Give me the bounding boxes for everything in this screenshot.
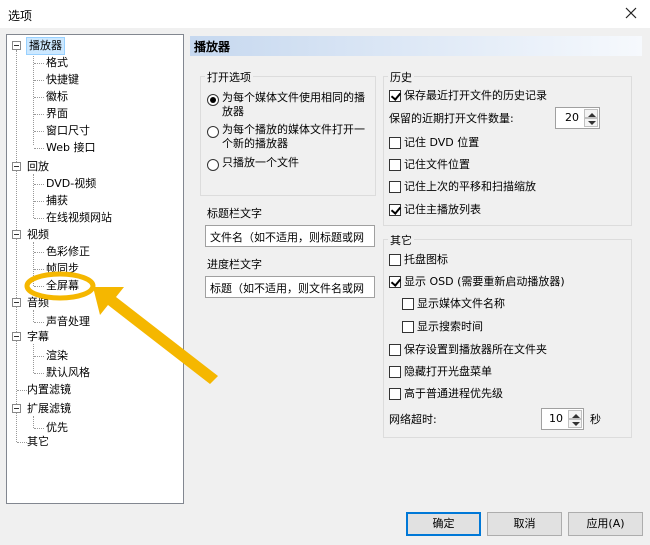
radio-new-player-label[interactable]: 为每个播放的媒体文件打开一个新的播放器 bbox=[222, 123, 374, 151]
page-header: 播放器 bbox=[190, 36, 642, 56]
tree-item-subtitles[interactable]: 字幕 bbox=[27, 329, 49, 345]
expand-subtitle-icon[interactable] bbox=[12, 332, 21, 341]
remember-file-checkbox[interactable] bbox=[389, 159, 401, 171]
titlebar-text-label: 标题栏文字 bbox=[207, 207, 262, 220]
expand-external-filters-icon[interactable] bbox=[12, 404, 21, 413]
timeout-spin-up-icon[interactable] bbox=[568, 410, 582, 419]
radio-single-file[interactable] bbox=[207, 159, 219, 171]
above-normal-checkbox[interactable] bbox=[389, 388, 401, 400]
window-title: 选项 bbox=[8, 9, 33, 23]
hide-cdrom-label[interactable]: 隐藏打开光盘菜单 bbox=[404, 365, 492, 379]
remember-dvd-label[interactable]: 记住 DVD 位置 bbox=[404, 136, 479, 150]
recent-count-value: 20 bbox=[565, 111, 579, 124]
network-timeout-label: 网络超时: bbox=[389, 413, 437, 426]
tree-item-video[interactable]: 视频 bbox=[27, 227, 49, 243]
radio-same-player[interactable] bbox=[207, 94, 219, 106]
other-title: 其它 bbox=[388, 232, 414, 248]
tree-item-misc[interactable]: 其它 bbox=[27, 434, 49, 450]
remember-pan-scan-checkbox[interactable] bbox=[389, 181, 401, 193]
timeout-spin-down-icon[interactable] bbox=[568, 419, 582, 428]
page-title: 播放器 bbox=[194, 40, 231, 54]
apply-button[interactable]: 应用(A) bbox=[568, 512, 643, 536]
tree-item-capture[interactable]: 捕获 bbox=[46, 193, 68, 209]
keep-history-checkbox[interactable] bbox=[389, 90, 401, 102]
tree-item-audio[interactable]: 音频 bbox=[27, 295, 49, 311]
other-group bbox=[383, 239, 632, 438]
expand-audio-icon[interactable] bbox=[12, 298, 21, 307]
tree-item-fullscreen[interactable]: 全屏幕 bbox=[46, 278, 79, 294]
tree-item-priority[interactable]: 优先 bbox=[46, 420, 68, 436]
seekbar-text-combo[interactable]: 标题（如不适用，则文件名或网 bbox=[205, 276, 375, 298]
tree-item-default-style[interactable]: 默认风格 bbox=[46, 365, 90, 381]
spin-down-icon[interactable] bbox=[584, 118, 598, 127]
show-filename-label[interactable]: 显示媒体文件名称 bbox=[417, 297, 505, 311]
tree-item-sync[interactable]: 帧同步 bbox=[46, 261, 79, 277]
tree-item-player[interactable]: 播放器 bbox=[26, 37, 65, 55]
tree-item-color-correction[interactable]: 色彩修正 bbox=[46, 244, 90, 260]
cancel-button[interactable]: 取消 bbox=[487, 512, 562, 536]
tray-icon-label[interactable]: 托盘图标 bbox=[404, 253, 448, 267]
seekbar-text-value: 标题（如不适用，则文件名或网 bbox=[210, 282, 364, 295]
keep-history-label[interactable]: 保存最近打开文件的历史记录 bbox=[404, 89, 547, 103]
radio-new-player[interactable] bbox=[207, 126, 219, 138]
above-normal-label[interactable]: 高于普通进程优先级 bbox=[404, 387, 503, 401]
tray-icon-checkbox[interactable] bbox=[389, 254, 401, 266]
expand-player-icon[interactable] bbox=[12, 41, 21, 50]
tree-item-window-size[interactable]: 窗口尺寸 bbox=[46, 123, 90, 139]
tree-item-sound-processing[interactable]: 声音处理 bbox=[46, 314, 90, 330]
tree-item-keys[interactable]: 快捷键 bbox=[46, 72, 79, 88]
save-to-folder-label[interactable]: 保存设置到播放器所在文件夹 bbox=[404, 343, 547, 357]
tree-item-interface[interactable]: 界面 bbox=[46, 106, 68, 122]
hide-cdrom-checkbox[interactable] bbox=[389, 366, 401, 378]
radio-single-file-label[interactable]: 只播放一个文件 bbox=[222, 156, 299, 170]
recent-count-label: 保留的近期打开文件数量: bbox=[389, 112, 514, 125]
show-seektime-checkbox[interactable] bbox=[402, 321, 414, 333]
network-timeout-value: 10 bbox=[549, 412, 563, 425]
show-osd-label[interactable]: 显示 OSD (需要重新启动播放器) bbox=[404, 275, 565, 289]
spin-up-icon[interactable] bbox=[584, 109, 598, 118]
network-timeout-stepper[interactable]: 10 bbox=[541, 408, 584, 430]
tree-item-dvd[interactable]: DVD-视频 bbox=[46, 176, 96, 192]
tree-item-rendering[interactable]: 渲染 bbox=[46, 348, 68, 364]
remember-file-label[interactable]: 记住文件位置 bbox=[404, 158, 470, 172]
recent-count-stepper[interactable]: 20 bbox=[555, 107, 600, 129]
tree-item-internal-filters[interactable]: 内置滤镜 bbox=[27, 382, 71, 398]
tree-item-online-video[interactable]: 在线视频网站 bbox=[46, 210, 112, 226]
expand-video-icon[interactable] bbox=[12, 230, 21, 239]
network-timeout-unit: 秒 bbox=[590, 413, 601, 426]
title-bar: 选项 bbox=[0, 0, 650, 28]
tree-item-playback[interactable]: 回放 bbox=[27, 159, 49, 175]
seekbar-text-label: 进度栏文字 bbox=[207, 258, 262, 271]
titlebar-text-combo[interactable]: 文件名（如不适用，则标题或网 bbox=[205, 225, 375, 247]
remember-dvd-checkbox[interactable] bbox=[389, 137, 401, 149]
close-icon[interactable] bbox=[622, 4, 640, 22]
tree-item-external-filters[interactable]: 扩展滤镜 bbox=[27, 401, 71, 417]
save-to-folder-checkbox[interactable] bbox=[389, 344, 401, 356]
titlebar-text-value: 文件名（如不适用，则标题或网 bbox=[210, 231, 364, 244]
expand-playback-icon[interactable] bbox=[12, 162, 21, 171]
show-seektime-label[interactable]: 显示搜索时间 bbox=[417, 320, 483, 334]
remember-playlist-label[interactable]: 记住主播放列表 bbox=[404, 203, 481, 217]
ok-button[interactable]: 确定 bbox=[406, 512, 481, 536]
radio-same-player-label[interactable]: 为每个媒体文件使用相同的播放器 bbox=[222, 91, 374, 119]
history-title: 历史 bbox=[388, 69, 414, 85]
tree-item-web-interface[interactable]: Web 接口 bbox=[46, 140, 95, 156]
remember-playlist-checkbox[interactable] bbox=[389, 204, 401, 216]
open-options-title: 打开选项 bbox=[205, 69, 253, 85]
show-osd-checkbox[interactable] bbox=[389, 276, 401, 288]
tree-item-formats[interactable]: 格式 bbox=[46, 55, 68, 71]
remember-pan-scan-label[interactable]: 记住上次的平移和扫描缩放 bbox=[404, 180, 536, 194]
show-filename-checkbox[interactable] bbox=[402, 298, 414, 310]
category-tree[interactable]: 播放器 格式 快捷键 徽标 界面 窗口尺寸 Web 接口 回放 DVD-视频 捕… bbox=[6, 34, 184, 504]
tree-item-logo[interactable]: 徽标 bbox=[46, 89, 68, 105]
